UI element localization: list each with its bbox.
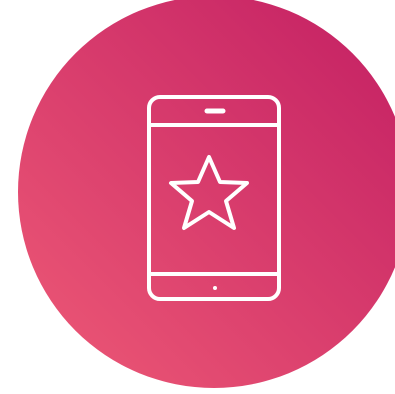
smartphone-star-badge (18, 0, 395, 388)
app-icon-badge (0, 0, 395, 394)
badge-circle (18, 0, 395, 388)
phone-home-button (213, 286, 217, 290)
